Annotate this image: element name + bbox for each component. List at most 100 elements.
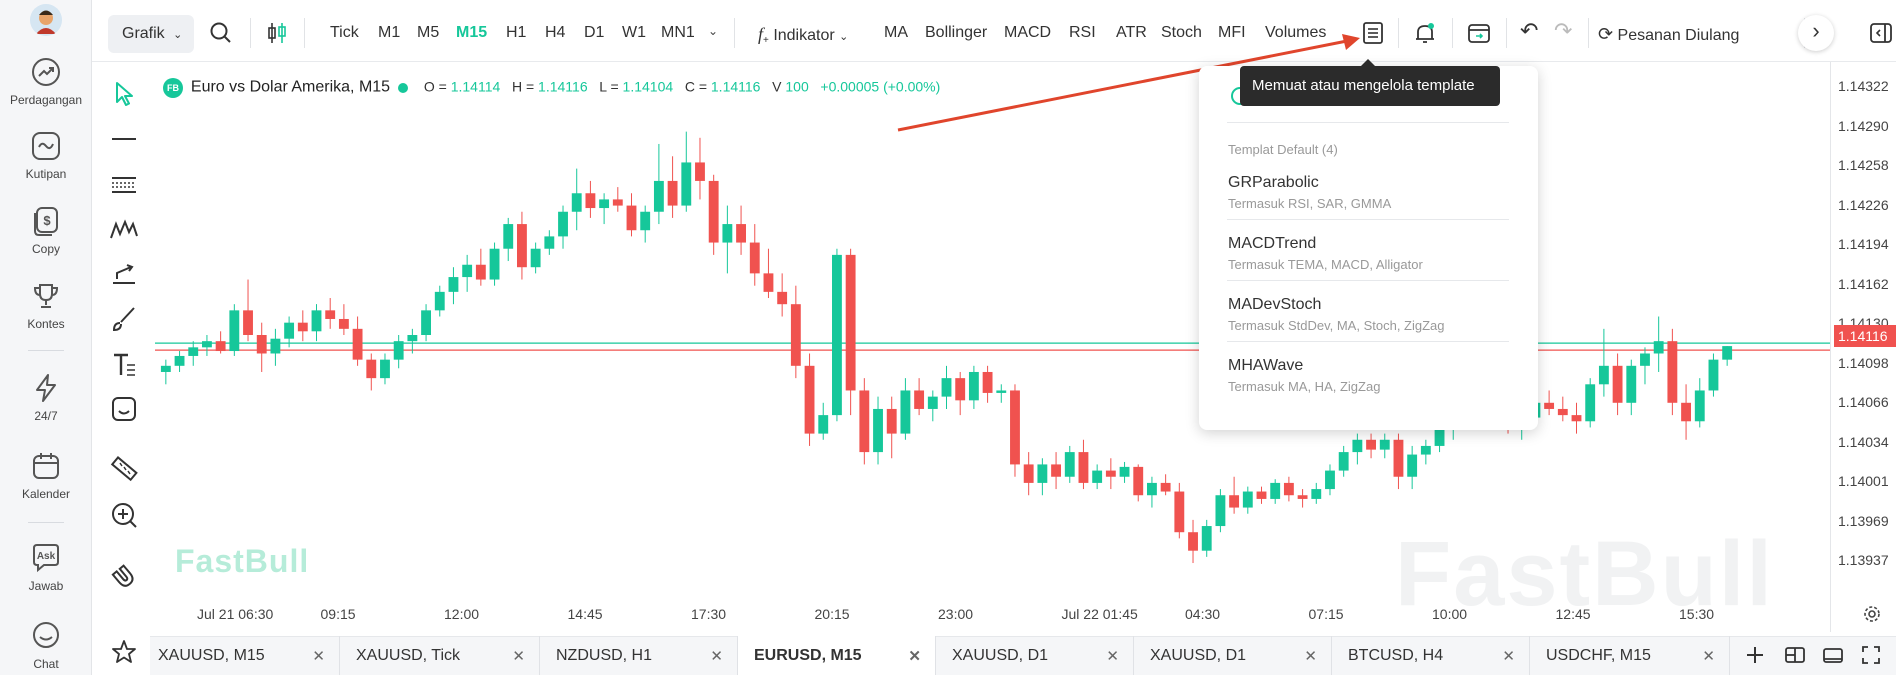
arrow-tool-icon[interactable] <box>109 259 139 289</box>
star-icon[interactable] <box>110 638 138 666</box>
candle-body <box>160 365 171 372</box>
price-tick-label: 1.14034 <box>1838 433 1889 450</box>
avatar[interactable] <box>30 4 62 36</box>
redo-icon[interactable]: ↷ <box>1554 18 1572 44</box>
settings-gear-icon[interactable] <box>1862 604 1882 624</box>
timeframe-tick[interactable]: Tick <box>330 24 359 42</box>
chevron-down-icon[interactable]: ⌄ <box>708 24 718 38</box>
cursor-icon[interactable] <box>109 78 139 108</box>
trophy-icon <box>33 284 59 308</box>
nav-item-24-7[interactable]: 24/7 <box>0 372 92 423</box>
indikator-button[interactable]: f+ Indikator ⌄ <box>758 24 848 46</box>
close-icon[interactable]: ✕ <box>1502 647 1515 665</box>
candle <box>1571 402 1582 434</box>
fib-lines-icon[interactable] <box>109 169 139 199</box>
candle <box>215 331 226 354</box>
candle-body <box>421 310 431 335</box>
time-tick-label: Jul 21 06:30 <box>197 606 274 622</box>
search-icon[interactable] <box>208 20 234 46</box>
close-icon[interactable]: ✕ <box>908 647 921 665</box>
candle-body <box>612 199 623 206</box>
nav-item-perdagangan[interactable]: Perdagangan <box>0 56 92 107</box>
symbol-tab[interactable]: XAUUSD, D1 ✕ <box>936 636 1134 675</box>
close-icon[interactable]: ✕ <box>1304 647 1317 665</box>
app-root: Perdagangan Kutipan $ Copy Kontes 24/7 K… <box>0 0 1896 675</box>
timeframe-w1[interactable]: W1 <box>622 24 646 42</box>
close-icon[interactable]: ✕ <box>1702 647 1715 665</box>
candle <box>1722 346 1733 366</box>
line-tool-icon[interactable] <box>109 124 139 154</box>
symbol-tab[interactable]: XAUUSD, Tick ✕ <box>340 636 540 675</box>
nav-item-copy[interactable]: $ Copy <box>0 205 92 256</box>
timeframe-h4[interactable]: H4 <box>545 24 565 42</box>
legend-l-label: L = <box>599 78 619 95</box>
nav-item-kalender[interactable]: Kalender <box>0 450 92 501</box>
zoom-in-icon[interactable] <box>109 500 139 530</box>
candle <box>1188 519 1198 564</box>
ask-icon: Ask <box>33 544 59 573</box>
candle-body <box>968 371 979 401</box>
nav-label: Perdagangan <box>9 93 83 107</box>
timeframe-mn1[interactable]: MN1 <box>661 24 695 42</box>
chart-type-dropdown[interactable]: Grafik ⌄ <box>108 15 194 53</box>
timeframe-h1[interactable]: H1 <box>506 24 526 42</box>
text-tool-icon[interactable] <box>109 349 139 379</box>
wave-pattern-icon[interactable] <box>109 214 139 244</box>
nav-item-kontes[interactable]: Kontes <box>0 280 92 331</box>
candle-body <box>1160 482 1171 492</box>
candle <box>270 328 281 366</box>
symbol-tab[interactable]: XAUUSD, D1 ✕ <box>1134 636 1332 675</box>
time-tick-label: 15:30 <box>1679 606 1715 622</box>
layout-icon[interactable] <box>1784 644 1806 666</box>
magnet-icon[interactable] <box>109 562 139 592</box>
candle-body <box>1653 341 1664 354</box>
candle <box>558 205 568 249</box>
legend-high: 1.14116 <box>538 78 588 95</box>
ruler-icon[interactable] <box>109 454 139 484</box>
fullscreen-icon[interactable] <box>1860 644 1882 666</box>
window-icon[interactable] <box>1822 644 1844 666</box>
emoji-icon[interactable] <box>109 394 139 424</box>
symbol-tab[interactable]: NZDUSD, H1 ✕ <box>540 636 738 675</box>
symbol-tab[interactable]: EURUSD, M15 ✕ <box>738 636 936 675</box>
close-icon[interactable]: ✕ <box>512 647 525 665</box>
timeframe-m5[interactable]: M5 <box>417 24 439 42</box>
candle-body <box>215 341 226 352</box>
symbol-tab[interactable]: XAUUSD, M15 ✕ <box>150 636 340 675</box>
candle <box>1366 433 1376 459</box>
nav-item-chat[interactable]: Chat <box>0 620 92 671</box>
candle-body <box>1694 390 1705 422</box>
undo-icon[interactable]: ↶ <box>1520 18 1538 44</box>
left-nav: Perdagangan Kutipan $ Copy Kontes 24/7 K… <box>0 0 92 675</box>
alert-bell-icon[interactable] <box>1412 20 1438 46</box>
brush-icon[interactable] <box>109 304 139 334</box>
candlestick-icon[interactable] <box>264 20 290 46</box>
time-tick-label: 09:15 <box>320 606 356 622</box>
nav-item-jawab[interactable]: Ask Jawab <box>0 542 92 593</box>
candle <box>1311 482 1322 504</box>
timeframe-d1[interactable]: D1 <box>584 24 604 42</box>
legend-c-label: C = <box>684 78 707 95</box>
toolbar-scroll-right-button[interactable]: › <box>1798 15 1834 51</box>
add-tab-icon[interactable] <box>1744 644 1766 666</box>
repeat-order-button[interactable]: ⟳ Pesanan Diulang <box>1598 24 1739 45</box>
timeframe-m1[interactable]: M1 <box>378 24 400 42</box>
close-icon[interactable]: ✕ <box>710 647 723 665</box>
candle-body <box>695 162 705 181</box>
candle <box>1694 378 1705 428</box>
nav-label: Kontes <box>27 317 65 331</box>
close-icon[interactable]: ✕ <box>312 647 325 665</box>
close-icon[interactable]: ✕ <box>1106 647 1119 665</box>
candle <box>1160 474 1171 496</box>
price-axis[interactable] <box>1830 62 1896 632</box>
candle-body <box>1325 470 1335 490</box>
nav-item-kutipan[interactable]: Kutipan <box>0 130 92 181</box>
symbol-tab[interactable]: BTCUSD, H4 ✕ <box>1332 636 1530 675</box>
candle-body <box>790 304 801 366</box>
timeframe-m15[interactable]: M15 <box>456 24 487 42</box>
symbol-tab[interactable]: USDCHF, M15 ✕ <box>1530 636 1730 675</box>
calendar-icon <box>33 453 59 479</box>
calendar-sync-icon[interactable] <box>1466 20 1492 46</box>
collapse-panel-icon[interactable] <box>1868 20 1894 46</box>
chevron-down-icon: ⌄ <box>839 31 849 43</box>
